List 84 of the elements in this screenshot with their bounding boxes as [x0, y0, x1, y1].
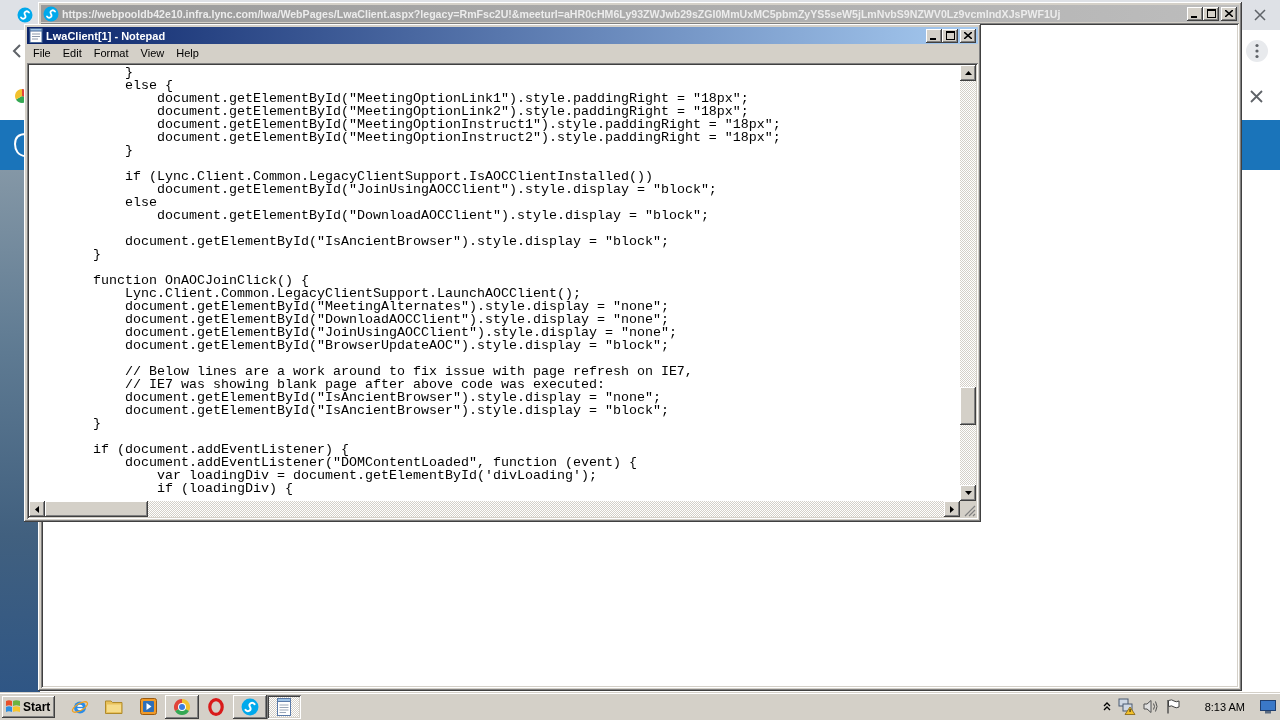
code-line: document.getElementById("BrowserUpdateAOC").style.display = "block"; — [125, 339, 669, 352]
close-icon[interactable] — [1250, 89, 1263, 103]
menu-item[interactable]: File — [27, 46, 57, 61]
code-line: document.getElementById("MeetingOptionInstruct1").style.paddingRight = "18px"; — [157, 118, 781, 131]
code-line: if (loadingDiv) { — [157, 482, 293, 495]
network-warning-icon[interactable] — [1117, 698, 1136, 715]
speaker-icon[interactable] — [1142, 699, 1159, 714]
close-icon[interactable] — [1254, 9, 1266, 21]
taskbar-button[interactable] — [233, 694, 268, 719]
code-line: if (Lync.Client.Common.LegacyClientSupport.IsAOCClientInstalled()) — [125, 170, 653, 183]
close-icon — [964, 32, 972, 39]
code-line: document.getElementById("IsAncientBrowser").style.display = "block"; — [125, 235, 669, 248]
minimize-button[interactable] — [1187, 6, 1203, 21]
close-icon — [1225, 10, 1233, 17]
menu-item[interactable]: Help — [170, 46, 205, 61]
flag-icon[interactable] — [1165, 699, 1180, 714]
maximize-button[interactable] — [1203, 6, 1219, 21]
code-line: // Below lines are a work around to fix issue with page refresh on IE7, — [125, 365, 693, 378]
notepad-icon — [276, 697, 293, 716]
code-line: document.getElementById("IsAncientBrowser").style.display = "none"; — [125, 391, 661, 404]
code-line: } — [93, 248, 101, 261]
maximize-button[interactable] — [942, 28, 958, 43]
maximize-icon — [1206, 9, 1216, 18]
monitor-icon[interactable] — [1260, 699, 1276, 714]
horizontal-scrollbar[interactable] — [29, 501, 960, 517]
outline-logo-icon — [13, 132, 27, 158]
vertical-scrollbar[interactable] — [960, 65, 976, 501]
close-button[interactable] — [1221, 6, 1237, 21]
code-line: document.getElementById("MeetingOptionLink2").style.paddingRight = "18px"; — [157, 105, 749, 118]
code-line: document.getElementById("MeetingAlternates").style.display = "none"; — [125, 300, 669, 313]
code-line: document.getElementById("JoinUsingAOCClient").style.display = "block"; — [157, 183, 717, 196]
play-tile-icon — [139, 698, 157, 715]
code-line: } — [125, 66, 133, 79]
maximize-icon — [945, 31, 955, 40]
minimize-icon — [1191, 15, 1197, 18]
code-line: else { — [125, 79, 173, 92]
code-line: var loadingDiv = document.getElementById('divLoading'); — [157, 469, 597, 482]
window-title: LwaClient[1] - Notepad — [46, 29, 166, 42]
up-arrow-icon — [964, 71, 972, 75]
code-line: if (document.addEventListener) { — [93, 443, 349, 456]
window-title: https://webpooldb42e10.infra.lync.com/lwa/WebPages/LwaClient.aspx?legacy=RmFsc2U!&meeturl=aHR0cHM6Ly93ZWJwb29sZGI0MmUxMC5pbmZyYS5seW5jLmNvbS9NZWV0Lz9vcmlndXJsPWF1Uj — [62, 7, 1061, 20]
right-arrow-icon — [950, 505, 954, 513]
minimize-button[interactable] — [926, 28, 942, 43]
scroll-up-button[interactable] — [960, 65, 976, 81]
ring-logo-icon — [208, 697, 225, 716]
swirl-logo-icon — [43, 5, 59, 22]
scroll-thumb[interactable] — [45, 501, 148, 517]
start-button[interactable]: Start — [2, 695, 56, 718]
menu-item[interactable]: View — [134, 46, 171, 61]
code-line: document.getElementById("MeetingOptionInstruct2").style.paddingRight = "18px"; — [157, 131, 781, 144]
code-line: else — [125, 196, 157, 209]
resize-grip-icon[interactable] — [964, 505, 976, 517]
scroll-right-button[interactable] — [944, 501, 960, 517]
four-pane-logo-icon — [5, 699, 21, 714]
code-line: function OnAOCJoinClick() { — [93, 274, 309, 287]
code-line: document.getElementById("MeetingOptionLink1").style.paddingRight = "18px"; — [157, 92, 749, 105]
menu-item[interactable]: Format — [87, 46, 135, 61]
notepad-icon — [29, 28, 43, 43]
taskbar-button[interactable] — [267, 694, 302, 719]
folder-icon — [105, 699, 124, 714]
minimize-icon — [930, 37, 936, 40]
code-line: document.getElementById("JoinUsingAOCClient").style.display = "none"; — [125, 326, 677, 339]
segmented-circle-icon — [173, 697, 192, 716]
code-line: document.getElementById("DownloadAOCClient").style.display = "none"; — [125, 313, 669, 326]
code-line: Lync.Client.Common.LegacyClientSupport.LaunchAOCClient(); — [125, 287, 581, 300]
code-line: } — [125, 144, 133, 157]
close-button[interactable] — [960, 28, 976, 43]
more-options-icon[interactable] — [1246, 40, 1268, 62]
code-line: document.addEventListener("DOMContentLoaded", function (event) { — [125, 456, 637, 469]
taskbar-button[interactable] — [165, 694, 200, 719]
code-line: document.getElementById("IsAncientBrowser").style.display = "block"; — [125, 404, 669, 417]
menu-item[interactable]: Edit — [56, 46, 88, 61]
down-arrow-icon — [964, 491, 972, 495]
code-line: } — [93, 417, 101, 430]
code-line: // IE7 was showing blank page after above code was executed: — [125, 378, 605, 391]
scroll-down-button[interactable] — [960, 485, 976, 501]
left-arrow-icon — [35, 505, 39, 513]
code-line: document.getElementById("DownloadAOCClient").style.display = "block"; — [157, 209, 709, 222]
swirl-logo-icon — [17, 7, 33, 23]
swirl-logo-icon — [241, 697, 260, 716]
scroll-left-button[interactable] — [29, 501, 45, 517]
clock[interactable]: 8:13 AM — [1204, 700, 1245, 713]
chevron-up-icon[interactable] — [1102, 702, 1111, 711]
scroll-thumb[interactable] — [960, 387, 976, 425]
